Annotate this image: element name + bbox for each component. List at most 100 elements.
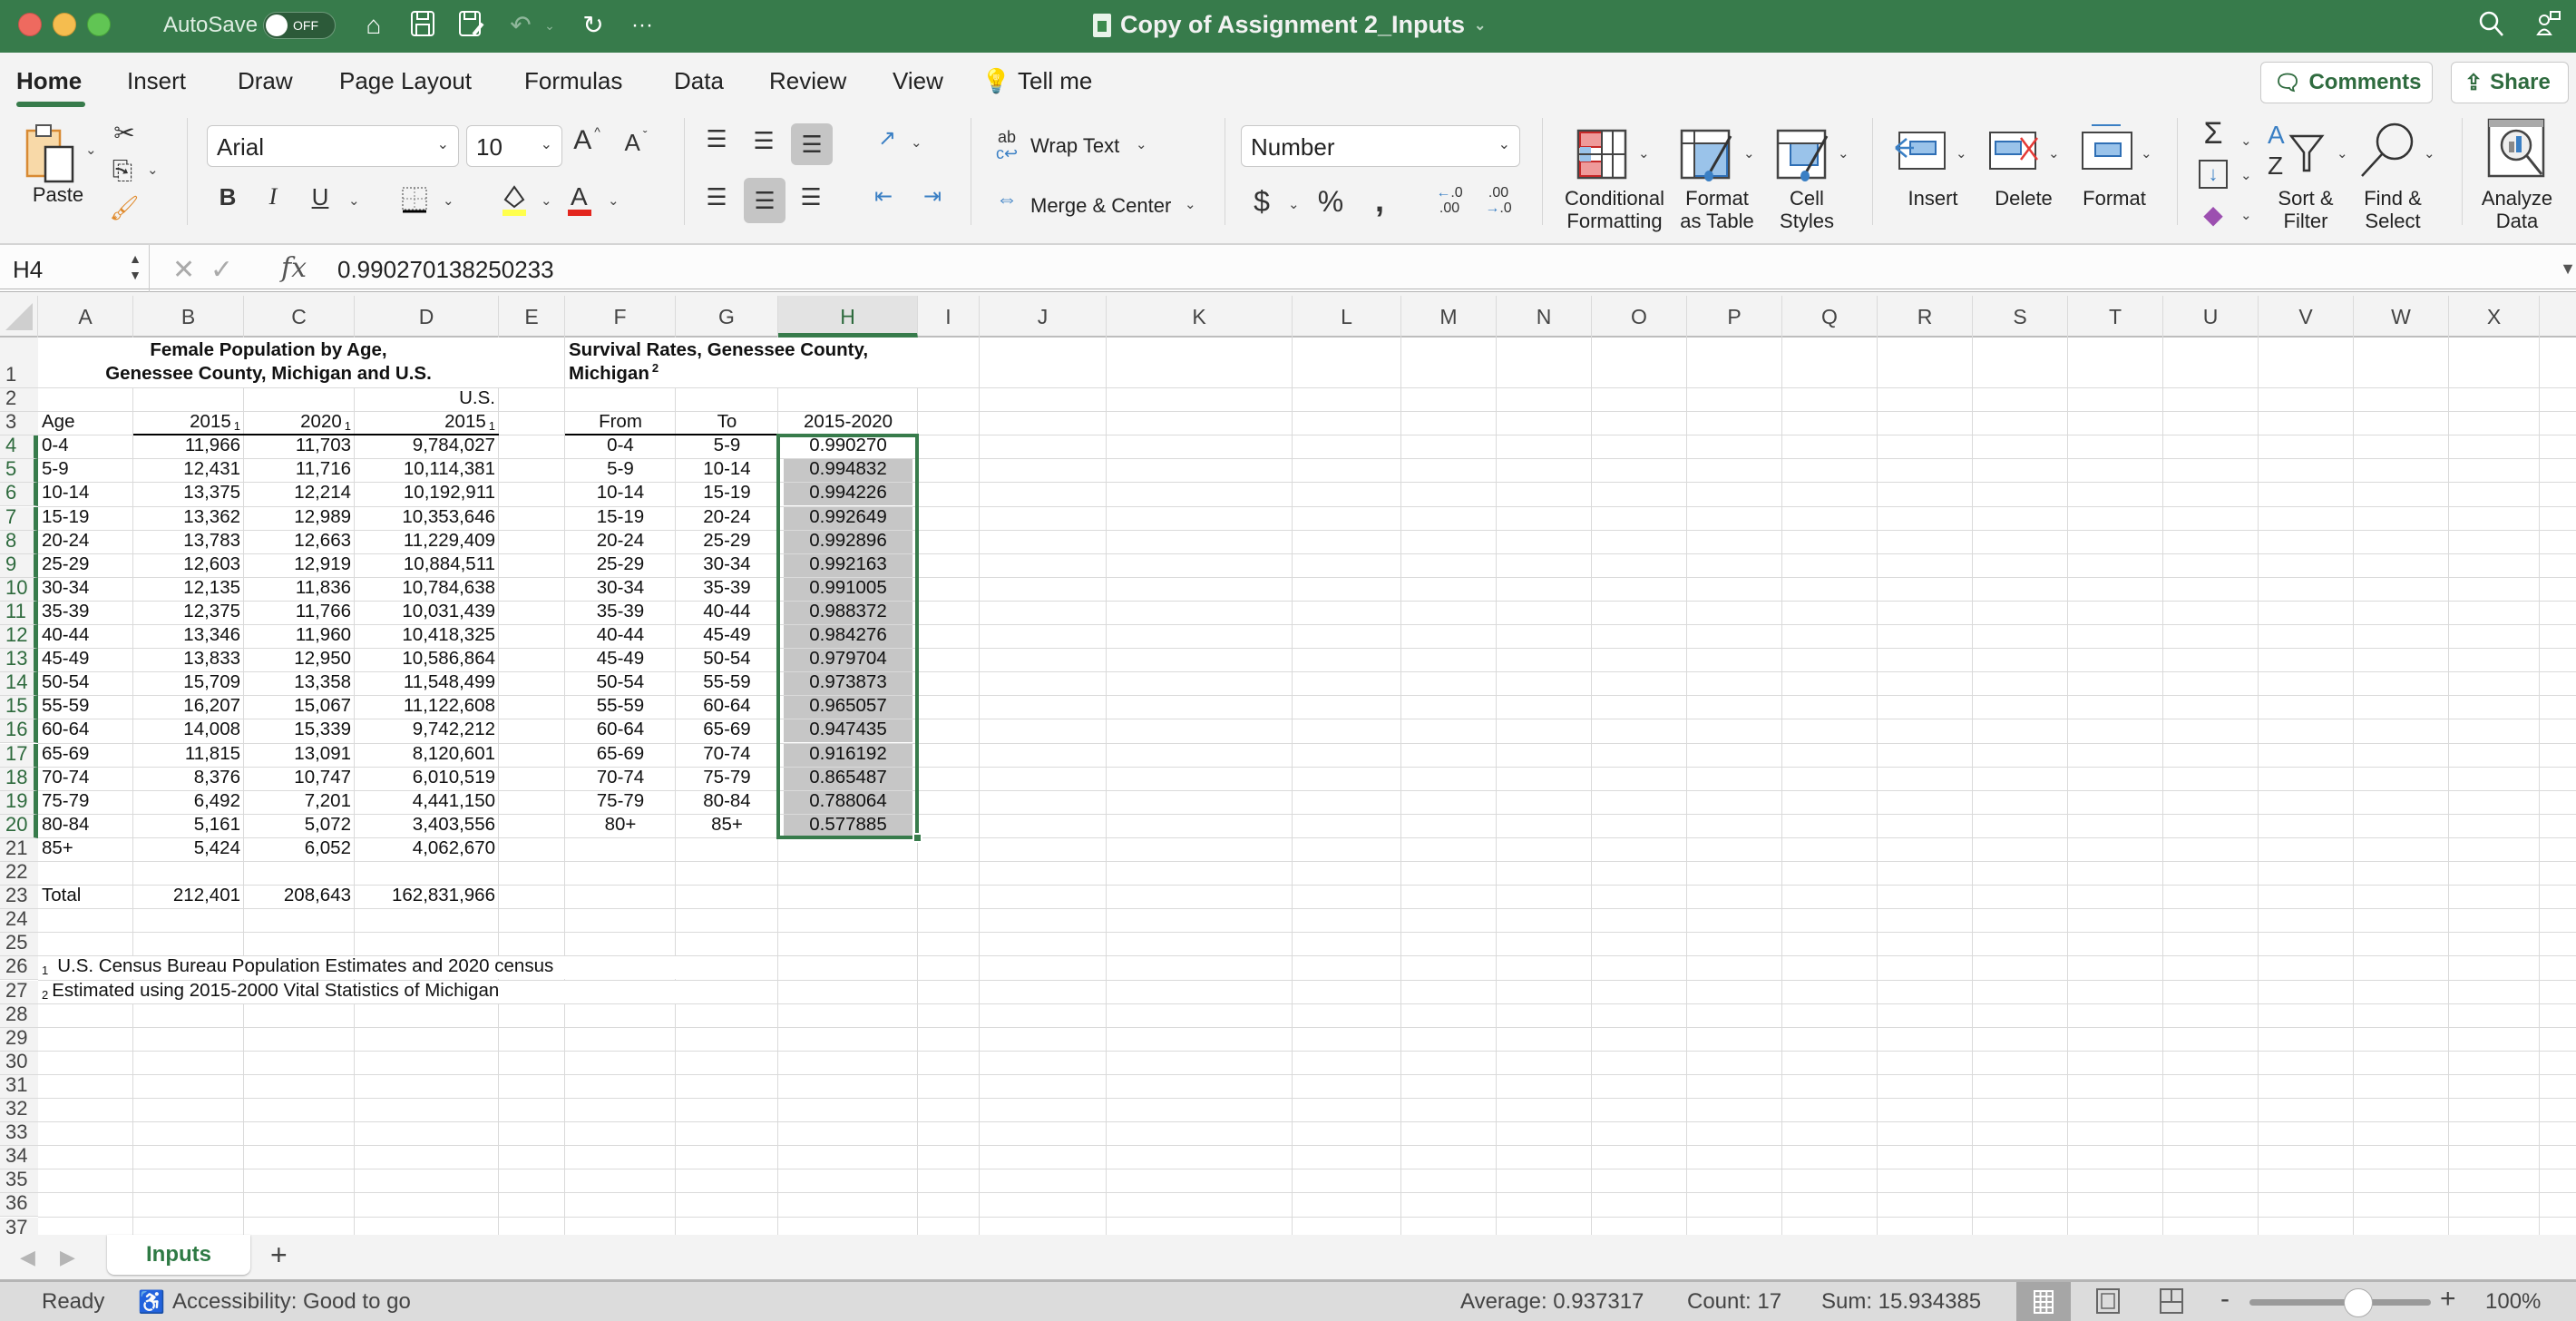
add-sheet-button[interactable]: +: [270, 1238, 288, 1272]
column-header-o[interactable]: O: [1592, 296, 1687, 338]
bold-icon[interactable]: B: [216, 183, 239, 211]
fill-color-dropdown-icon[interactable]: ⌄: [541, 192, 552, 209]
align-top-icon[interactable]: ☰: [700, 125, 733, 153]
row-header-25[interactable]: 25: [0, 931, 38, 957]
paste-dropdown-icon[interactable]: ⌄: [85, 142, 97, 158]
zoom-slider[interactable]: [2249, 1299, 2431, 1306]
cancel-icon[interactable]: ✕: [172, 255, 195, 285]
clear-dropdown-icon[interactable]: ⌄: [2240, 207, 2252, 223]
wrap-text-button[interactable]: Wrap Text: [1030, 134, 1119, 157]
row-header-4[interactable]: 4: [0, 434, 38, 460]
find-select-label[interactable]: Find & Select: [2355, 187, 2431, 232]
wrap-text-dropdown-icon[interactable]: ⌄: [1136, 136, 1147, 152]
font-color-dropdown-icon[interactable]: ⌄: [608, 192, 620, 209]
row-header-27[interactable]: 27: [0, 979, 38, 1004]
row-header-37[interactable]: 37: [0, 1216, 38, 1235]
row-header-19[interactable]: 19: [0, 789, 38, 815]
minimize-window-button[interactable]: [53, 13, 76, 36]
column-header-w[interactable]: W: [2354, 296, 2449, 338]
copy-dropdown-icon[interactable]: ⌄: [147, 161, 159, 178]
paste-button[interactable]: [24, 122, 78, 185]
tab-data[interactable]: Data: [674, 67, 724, 95]
column-header-a[interactable]: A: [38, 296, 133, 338]
insert-cells-icon[interactable]: [1894, 129, 1948, 180]
autosave-toggle[interactable]: OFF: [263, 12, 336, 39]
accessibility-status[interactable]: Accessibility: Good to go: [172, 1289, 411, 1315]
column-header-v[interactable]: V: [2259, 296, 2354, 338]
column-header-p[interactable]: P: [1687, 296, 1782, 338]
zoom-slider-handle[interactable]: [2344, 1288, 2373, 1317]
insert-function-icon[interactable]: fx: [281, 252, 307, 284]
increase-decimal-icon[interactable]: ←.0.00: [1433, 185, 1466, 216]
column-header-b[interactable]: B: [133, 296, 244, 338]
row-header-18[interactable]: 18: [0, 766, 38, 791]
row-header-31[interactable]: 31: [0, 1073, 38, 1099]
comma-style-icon[interactable]: ,: [1368, 181, 1391, 220]
align-bottom-icon[interactable]: ☰: [791, 123, 833, 165]
align-right-icon[interactable]: ☰: [795, 183, 827, 211]
redo-icon[interactable]: ↻: [575, 9, 611, 42]
column-header-t[interactable]: T: [2068, 296, 2163, 338]
delete-cells-icon[interactable]: [1986, 129, 2041, 180]
row-header-5[interactable]: 5: [0, 457, 38, 484]
next-sheet-icon[interactable]: ▶: [60, 1246, 75, 1269]
row-header-3[interactable]: 3: [0, 410, 38, 436]
currency-dropdown-icon[interactable]: ⌄: [1288, 196, 1300, 212]
column-header-r[interactable]: R: [1878, 296, 1973, 338]
sheet-tab-inputs[interactable]: Inputs: [107, 1235, 250, 1275]
find-select-dropdown-icon[interactable]: ⌄: [2424, 145, 2435, 161]
page-break-view-button[interactable]: [2159, 1287, 2184, 1321]
sort-filter-dropdown-icon[interactable]: ⌄: [2337, 145, 2348, 161]
column-header-k[interactable]: K: [1107, 296, 1293, 338]
decrease-decimal-icon[interactable]: .00 →.0: [1482, 185, 1515, 216]
save-as-icon[interactable]: [455, 9, 488, 42]
italic-icon[interactable]: I: [261, 183, 285, 210]
analyze-data-label[interactable]: Analyze Data: [2476, 187, 2558, 232]
tab-review[interactable]: Review: [769, 67, 846, 95]
currency-icon[interactable]: $: [1248, 185, 1275, 219]
insert-cells-label[interactable]: Insert: [1899, 187, 1966, 210]
analyze-data-icon[interactable]: [2485, 118, 2545, 185]
zoom-level[interactable]: 100%: [2485, 1289, 2541, 1315]
delete-cells-label[interactable]: Delete: [1986, 187, 2061, 210]
font-size-dropdown[interactable]: 10 ⌄: [466, 125, 562, 167]
format-as-table-icon[interactable]: [1680, 129, 1734, 191]
align-center-icon[interactable]: ☰: [744, 178, 785, 223]
undo-dropdown-icon[interactable]: ⌄: [542, 9, 557, 42]
conditional-formatting-dropdown-icon[interactable]: ⌄: [1638, 145, 1650, 161]
increase-indent-icon[interactable]: ⇥: [916, 183, 949, 210]
expand-formula-bar-icon[interactable]: ▼: [2560, 259, 2576, 279]
row-header-26[interactable]: 26: [0, 954, 38, 981]
row-header-32[interactable]: 32: [0, 1097, 38, 1123]
tab-insert[interactable]: Insert: [127, 67, 186, 95]
row-header-6[interactable]: 6: [0, 481, 38, 507]
row-header-24[interactable]: 24: [0, 907, 38, 934]
row-header-10[interactable]: 10: [0, 576, 38, 602]
home-icon[interactable]: ⌂: [356, 9, 392, 42]
row-header-1[interactable]: 1: [0, 338, 38, 388]
sort-filter-label[interactable]: Sort & Filter: [2268, 187, 2344, 232]
conditional-formatting-label[interactable]: Conditional Formatting: [1558, 187, 1671, 232]
share-button[interactable]: ⇪ Share: [2451, 62, 2569, 103]
undo-icon[interactable]: ↶: [504, 9, 537, 42]
align-left-icon[interactable]: ☰: [700, 183, 733, 211]
row-header-12[interactable]: 12: [0, 623, 38, 650]
font-name-dropdown[interactable]: Arial ⌄: [207, 125, 459, 167]
row-header-30[interactable]: 30: [0, 1050, 38, 1075]
sort-filter-icon[interactable]: AZ: [2266, 120, 2329, 185]
format-painter-icon[interactable]: 🖌: [109, 194, 140, 222]
number-format-dropdown[interactable]: Number ⌄: [1241, 125, 1520, 167]
tab-page-layout[interactable]: Page Layout: [339, 67, 472, 95]
cell-styles-icon[interactable]: [1776, 129, 1830, 191]
column-header-u[interactable]: U: [2163, 296, 2259, 338]
column-header-e[interactable]: E: [499, 296, 565, 338]
row-header-7[interactable]: 7: [0, 505, 38, 531]
font-color-icon[interactable]: A: [564, 181, 595, 223]
row-header-17[interactable]: 17: [0, 742, 38, 768]
format-cells-label[interactable]: Format: [2075, 187, 2153, 210]
row-header-2[interactable]: 2: [0, 387, 38, 413]
save-icon[interactable]: [406, 9, 439, 42]
orientation-dropdown-icon[interactable]: ⌄: [911, 134, 922, 151]
align-middle-icon[interactable]: ☰: [747, 127, 780, 155]
fill-dropdown-icon[interactable]: ⌄: [2240, 167, 2252, 183]
